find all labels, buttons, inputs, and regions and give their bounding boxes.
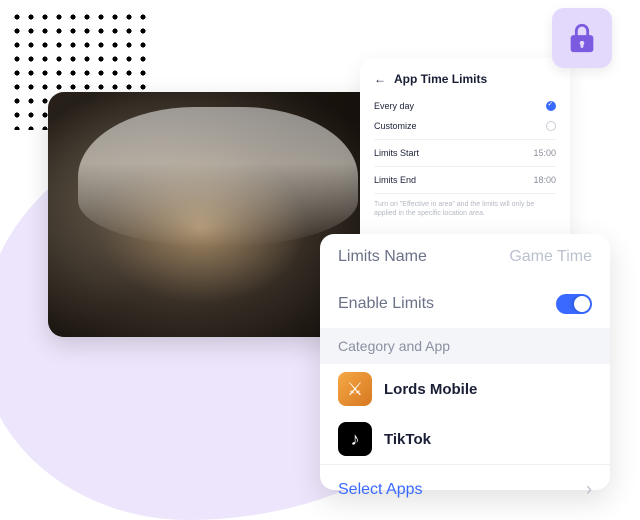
limits-start-value: 15:00 <box>533 148 556 158</box>
app-name-label: TikTok <box>384 431 431 448</box>
option-everyday-row[interactable]: Every day <box>374 96 556 116</box>
lords-mobile-icon: ⚔ <box>338 372 372 406</box>
enable-limits-label: Enable Limits <box>338 295 434 313</box>
limits-config-panel: Limits Name Game Time Enable Limits Cate… <box>320 234 610 490</box>
limits-end-label: Limits End <box>374 175 416 185</box>
limits-end-row[interactable]: Limits End 18:00 <box>374 170 556 190</box>
app-row-tiktok[interactable]: ♪ TikTok <box>320 414 610 464</box>
enable-limits-toggle[interactable] <box>556 294 592 314</box>
category-section-header: Category and App <box>320 328 610 364</box>
select-apps-button[interactable]: Select Apps › <box>320 464 610 514</box>
option-customize-row[interactable]: Customize <box>374 116 556 136</box>
select-apps-label: Select Apps <box>338 481 423 499</box>
panel-back-title: App Time Limits <box>394 72 487 86</box>
limits-start-label: Limits Start <box>374 148 419 158</box>
panel-back-header: ← App Time Limits <box>374 72 556 86</box>
lock-icon-badge <box>552 8 612 68</box>
option-everyday-label: Every day <box>374 101 414 111</box>
limits-name-label: Limits Name <box>338 248 427 266</box>
enable-limits-row: Enable Limits <box>320 280 610 328</box>
radio-unchecked-icon <box>546 121 556 131</box>
option-customize-label: Customize <box>374 121 417 131</box>
tiktok-icon: ♪ <box>338 422 372 456</box>
limits-name-value: Game Time <box>509 248 592 266</box>
back-arrow-icon[interactable]: ← <box>374 72 386 86</box>
chevron-right-icon: › <box>586 479 592 500</box>
checkmark-icon <box>546 101 556 111</box>
limits-end-value: 18:00 <box>533 175 556 185</box>
divider <box>374 166 556 167</box>
app-name-label: Lords Mobile <box>384 381 477 398</box>
app-row-lords[interactable]: ⚔ Lords Mobile <box>320 364 610 414</box>
lock-icon <box>565 21 599 55</box>
divider <box>374 193 556 194</box>
limits-start-row[interactable]: Limits Start 15:00 <box>374 143 556 163</box>
divider <box>374 139 556 140</box>
hint-text: Turn on "Effective in area" and the limi… <box>374 200 556 218</box>
limits-name-row[interactable]: Limits Name Game Time <box>320 234 610 280</box>
